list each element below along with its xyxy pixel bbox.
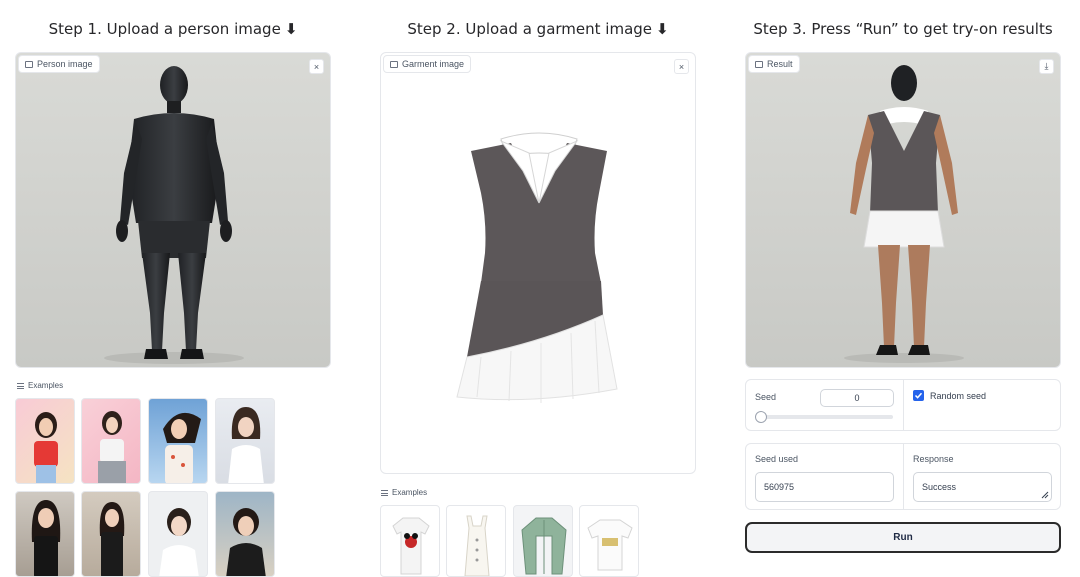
person-example-4[interactable] xyxy=(215,398,275,484)
garment-example-3[interactable] xyxy=(513,505,573,577)
result-figure-image xyxy=(844,65,964,363)
random-seed-checkbox[interactable] xyxy=(913,390,924,401)
garment-examples-label: Examples xyxy=(381,488,427,497)
step-3-title: Step 3. Press “Run” to get try-on result… xyxy=(745,20,1061,38)
run-button[interactable]: Run xyxy=(745,522,1061,553)
step-2-title: Step 2. Upload a garment image ⬇ xyxy=(380,20,696,38)
seed-slider-thumb[interactable] xyxy=(755,411,767,423)
check-icon xyxy=(914,392,923,399)
step-3-text: Step 3. Press “Run” to get try-on result… xyxy=(753,20,1053,38)
garment-example-4[interactable] xyxy=(579,505,639,577)
result-label: Result xyxy=(748,55,800,73)
list-icon xyxy=(381,489,388,496)
garment-dress-image xyxy=(456,132,618,403)
person-image-upload[interactable]: Person image × xyxy=(15,52,331,368)
person-example-image xyxy=(226,508,266,576)
output-fields: Seed used 560975 Response Success xyxy=(745,443,1061,510)
person-figure-image xyxy=(104,66,244,364)
response-output[interactable]: Success xyxy=(913,472,1052,502)
result-image: Result ⤓ xyxy=(745,52,1061,368)
resize-handle-icon[interactable] xyxy=(1041,491,1049,499)
garment-image-label: Garment image xyxy=(383,55,472,73)
person-example-7[interactable] xyxy=(148,491,208,577)
garment-example-image xyxy=(464,515,490,576)
down-arrow-icon: ⬇ xyxy=(284,20,298,38)
image-icon xyxy=(390,60,398,68)
image-icon xyxy=(755,60,763,68)
garment-examples-label-text: Examples xyxy=(392,488,428,497)
person-example-image xyxy=(159,508,199,576)
image-icon xyxy=(25,60,33,68)
seed-controls: Seed 0 Random seed xyxy=(745,379,1061,431)
garment-image-label-text: Garment image xyxy=(402,59,465,69)
step-1-text: Step 1. Upload a person image xyxy=(48,20,281,38)
person-example-6[interactable] xyxy=(81,491,141,577)
divider xyxy=(903,444,904,509)
step-2-text: Step 2. Upload a garment image xyxy=(407,20,653,38)
person-example-image xyxy=(31,500,61,576)
person-example-5[interactable] xyxy=(15,491,75,577)
person-example-image xyxy=(34,412,58,483)
person-example-2[interactable] xyxy=(81,398,141,484)
garment-example-image xyxy=(392,517,430,575)
step-1-title: Step 1. Upload a person image ⬇ xyxy=(15,20,331,38)
garment-example-image xyxy=(521,517,567,575)
person-example-3[interactable] xyxy=(148,398,208,484)
seed-label: Seed xyxy=(755,392,777,402)
divider xyxy=(903,380,904,430)
seed-used-output[interactable]: 560975 xyxy=(755,472,894,502)
seed-number-input[interactable]: 0 xyxy=(820,389,894,407)
clear-garment-image-button[interactable]: × xyxy=(674,59,689,74)
person-example-image xyxy=(163,412,201,483)
down-arrow-icon: ⬇ xyxy=(656,20,669,38)
seed-used-label: Seed used xyxy=(755,454,799,464)
person-example-image xyxy=(99,502,125,576)
result-label-text: Result xyxy=(767,59,793,69)
person-example-image xyxy=(98,411,126,483)
garment-example-1[interactable] xyxy=(380,505,440,577)
response-label: Response xyxy=(913,454,954,464)
clear-person-image-button[interactable]: × xyxy=(309,59,324,74)
person-examples-label-text: Examples xyxy=(28,381,64,390)
person-image-label-text: Person image xyxy=(37,59,93,69)
person-example-image xyxy=(228,407,264,483)
person-example-1[interactable] xyxy=(15,398,75,484)
seed-slider[interactable] xyxy=(755,411,893,423)
garment-example-2[interactable] xyxy=(446,505,506,577)
download-icon[interactable]: ⤓ xyxy=(1039,59,1054,74)
garment-example-image xyxy=(587,519,633,571)
garment-image-upload[interactable]: Garment image × xyxy=(380,52,696,474)
list-icon xyxy=(17,382,24,389)
person-examples-label: Examples xyxy=(17,381,63,390)
random-seed-label[interactable]: Random seed xyxy=(930,391,986,401)
person-image-label: Person image xyxy=(18,55,100,73)
person-example-8[interactable] xyxy=(215,491,275,577)
